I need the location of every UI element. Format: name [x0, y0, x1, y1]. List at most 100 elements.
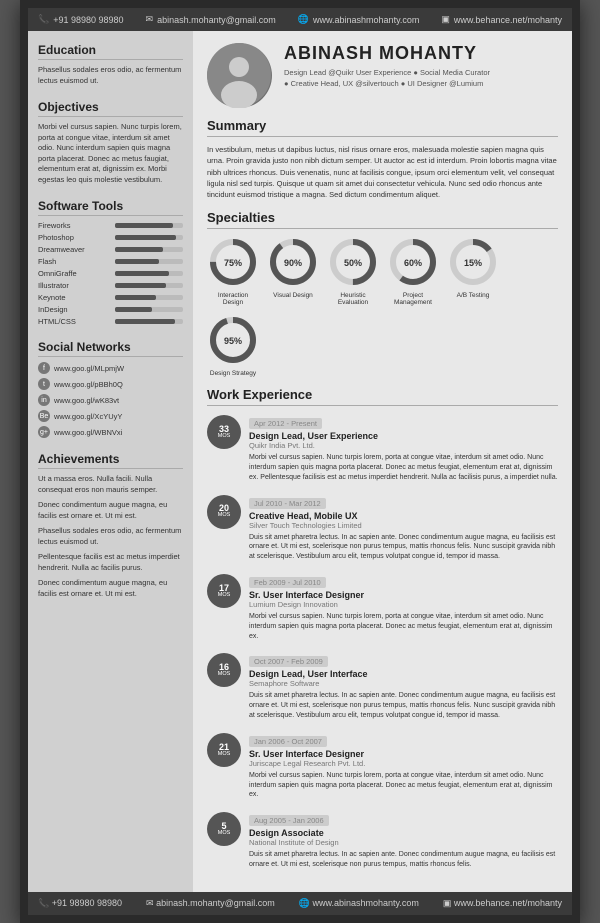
skill-bar-fill [115, 235, 176, 240]
social-item: in www.goo.gl/wK83vt [38, 394, 183, 406]
sidebar-achievements: Achievements Ut a massa eros. Nulla faci… [38, 452, 183, 599]
email-icon: ✉ [146, 14, 154, 25]
sidebar-software-tools: Software Tools Fireworks Photoshop Dream… [38, 199, 183, 326]
work-content: Oct 2007 - Feb 2009 Design Lead, User In… [249, 651, 558, 720]
specialty-label: A/B Testing [457, 292, 490, 299]
profile-tagline: Design Lead @Quikr User Experience ● Soc… [284, 67, 490, 90]
skill-item: OmniGraffe [38, 269, 183, 278]
skill-bar-fill [115, 223, 173, 228]
achievement-item: Pellentesque facilis est ac metus imperd… [38, 552, 183, 573]
profile-header: ABINASH MOHANTY Design Lead @Quikr User … [207, 43, 558, 108]
social-list: f www.goo.gl/MLpmjW t www.goo.gl/pBBh0Q … [38, 362, 183, 438]
work-company: Semaphore Software [249, 679, 558, 688]
footer-website: 🌐 www.abinashmohanty.com [299, 898, 419, 909]
skill-item: HTML/CSS [38, 317, 183, 326]
badge-unit: MOS [218, 513, 231, 519]
specialty-label: Heuristic Evaluation [327, 292, 379, 306]
work-content: Jan 2006 - Oct 2007 Sr. User Interface D… [249, 731, 558, 800]
skill-bar-bg [115, 283, 183, 288]
social-url: www.goo.gl/pBBh0Q [54, 380, 123, 389]
skill-item: Dreamweaver [38, 245, 183, 254]
work-item: 17 MOS Feb 2009 - Jul 2010 Sr. User Inte… [207, 572, 558, 641]
achievements-title: Achievements [38, 452, 183, 469]
skill-bar-fill [115, 283, 166, 288]
work-badge: 5 MOS [207, 812, 241, 846]
social-icon: in [38, 394, 50, 406]
skill-item: Photoshop [38, 233, 183, 242]
sidebar-social: Social Networks f www.goo.gl/MLpmjW t ww… [38, 340, 183, 438]
skill-bar-bg [115, 271, 183, 276]
specialty-label: Interaction Design [207, 292, 259, 306]
social-item: Be www.goo.gl/XcYUyY [38, 410, 183, 422]
work-badge: 17 MOS [207, 574, 241, 608]
work-date: Apr 2012 - Present [249, 418, 322, 429]
work-company: Juriscape Legal Research Pvt. Ltd. [249, 759, 558, 768]
specialty-label: Design Strategy [210, 370, 256, 377]
specialties-title: Specialties [207, 210, 558, 229]
work-date: Aug 2005 - Jan 2006 [249, 815, 329, 826]
social-icon: t [38, 378, 50, 390]
skill-name: Dreamweaver [38, 245, 110, 254]
work-item: 5 MOS Aug 2005 - Jan 2006 Design Associa… [207, 810, 558, 870]
objectives-title: Objectives [38, 100, 183, 117]
social-url: www.goo.gl/wK83vt [54, 396, 119, 405]
specialties-list: 75% Interaction Design 90% Visual Design… [207, 236, 558, 377]
skill-bar-fill [115, 247, 163, 252]
work-title: Design Lead, User Interface [249, 669, 558, 679]
specialty-item: 50% Heuristic Evaluation [327, 236, 379, 306]
work-title: Sr. User Interface Designer [249, 590, 558, 600]
skill-item: Illustrator [38, 281, 183, 290]
main-right: ABINASH MOHANTY Design Lead @Quikr User … [193, 31, 572, 892]
summary-text: In vestibulum, metus ut dapibus luctus, … [207, 144, 558, 200]
social-item: f www.goo.gl/MLpmjW [38, 362, 183, 374]
phone-icon: 📞 [38, 14, 49, 25]
skill-bar-bg [115, 259, 183, 264]
svg-text:95%: 95% [224, 336, 242, 346]
work-badge: 21 MOS [207, 733, 241, 767]
work-item: 20 MOS Jul 2010 - Mar 2012 Creative Head… [207, 493, 558, 562]
header-behance: ▣ www.behance.net/mohanty [441, 14, 562, 25]
social-url: www.goo.gl/XcYUyY [54, 412, 122, 421]
skill-bar-bg [115, 247, 183, 252]
skill-item: InDesign [38, 305, 183, 314]
behance-icon: ▣ [441, 14, 450, 25]
achievement-item: Ut a massa eros. Nulla facili. Nulla con… [38, 474, 183, 495]
work-description: Morbi vel cursus sapien. Nunc turpis lor… [249, 771, 558, 800]
skill-bar-bg [115, 319, 183, 324]
skill-name: Photoshop [38, 233, 110, 242]
skill-bar-fill [115, 295, 156, 300]
work-description: Duis sit amet pharetra lectus. In ac sap… [249, 533, 558, 562]
social-item: t www.goo.gl/pBBh0Q [38, 378, 183, 390]
resume: 📞 +91 98980 98980 ✉ abinash.mohanty@gmai… [28, 8, 572, 915]
skill-bar-fill [115, 307, 152, 312]
social-icon: g+ [38, 426, 50, 438]
specialty-item: 75% Interaction Design [207, 236, 259, 306]
avatar [207, 43, 272, 108]
work-date: Jan 2006 - Oct 2007 [249, 736, 327, 747]
svg-text:50%: 50% [344, 258, 362, 268]
skill-bar-fill [115, 319, 175, 324]
achievement-item: Donec condimentum augue magna, eu facili… [38, 578, 183, 599]
skill-name: Keynote [38, 293, 110, 302]
svg-text:90%: 90% [284, 258, 302, 268]
header-email: ✉ abinash.mohanty@gmail.com [146, 14, 276, 25]
skill-name: HTML/CSS [38, 317, 110, 326]
skill-bar-fill [115, 259, 159, 264]
specialty-item: 90% Visual Design [267, 236, 319, 306]
work-company: Lumium Design Innovation [249, 600, 558, 609]
footer-phone-icon: 📞 [38, 898, 49, 908]
header-bar: 📞 +91 98980 98980 ✉ abinash.mohanty@gmai… [28, 8, 572, 31]
sidebar-education: Education Phasellus sodales eros odio, a… [38, 43, 183, 86]
sidebar-objectives: Objectives Morbi vel cursus sapien. Nunc… [38, 100, 183, 185]
work-description: Morbi vel cursus sapien. Nunc turpis lor… [249, 612, 558, 641]
work-company: National Institute of Design [249, 838, 558, 847]
work-title: Design Lead, User Experience [249, 431, 558, 441]
skill-item: Fireworks [38, 221, 183, 230]
footer-bar: 📞 +91 98980 98980 ✉ abinash.mohanty@gmai… [28, 892, 572, 915]
sidebar: Education Phasellus sodales eros odio, a… [28, 31, 193, 892]
footer-email: ✉ abinash.mohanty@gmail.com [146, 898, 275, 909]
education-text: Phasellus sodales eros odio, ac fermentu… [38, 65, 183, 86]
achievements-list: Ut a massa eros. Nulla facili. Nulla con… [38, 474, 183, 599]
skills-list: Fireworks Photoshop Dreamweaver Flash Om… [38, 221, 183, 326]
summary-title: Summary [207, 118, 558, 137]
